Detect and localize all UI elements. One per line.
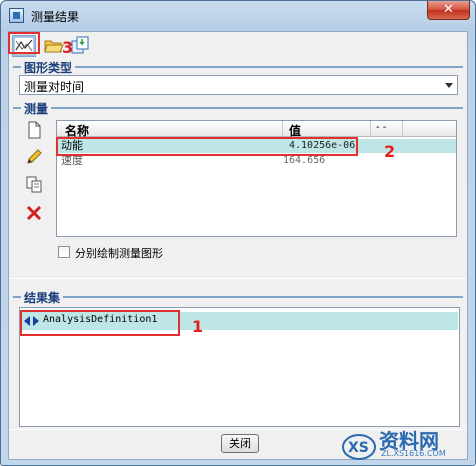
group-header-bar bbox=[13, 107, 463, 109]
column-header-extra[interactable]: - - bbox=[376, 122, 386, 133]
graph-type-group-header: 图形类型 bbox=[13, 59, 463, 76]
group-header-bar bbox=[13, 296, 463, 298]
result-set-group-header: 结果集 bbox=[13, 289, 463, 306]
watermark: XS 资料网 ZL.XS1616.COM bbox=[341, 425, 473, 465]
column-divider[interactable] bbox=[402, 121, 403, 137]
copy-icon bbox=[26, 176, 42, 193]
new-document-icon bbox=[28, 121, 41, 139]
table-row[interactable]: 速度 164.656 bbox=[57, 154, 456, 168]
edit-measure-button[interactable] bbox=[25, 148, 43, 166]
result-set-label: 结果集 bbox=[21, 289, 64, 306]
annotation-box-3 bbox=[8, 32, 40, 54]
annotation-box-1 bbox=[20, 310, 180, 336]
edit-pencil-icon bbox=[27, 149, 42, 164]
section-divider bbox=[9, 278, 467, 279]
chevron-down-icon bbox=[445, 83, 453, 88]
annotation-box-2 bbox=[56, 137, 358, 156]
group-header-bar bbox=[13, 66, 463, 68]
new-measure-button[interactable] bbox=[25, 121, 43, 139]
separate-plot-checkbox[interactable] bbox=[58, 246, 70, 258]
column-divider[interactable] bbox=[370, 121, 371, 137]
table-header: 名称 值 - - bbox=[57, 121, 456, 138]
watermark-logo-icon: XS bbox=[342, 434, 376, 460]
measure-name: 速度 bbox=[61, 154, 83, 167]
delete-icon bbox=[26, 205, 42, 221]
delete-measure-button[interactable] bbox=[25, 204, 43, 222]
measure-group-header: 测量 bbox=[13, 100, 463, 117]
copy-measure-button[interactable] bbox=[25, 175, 43, 193]
toolbar bbox=[9, 32, 467, 58]
column-divider[interactable] bbox=[282, 121, 283, 137]
dialog-client-area: 图形类型 测量对时间 测量 名称 值 - - 动能 4.10256e-06 速度… bbox=[8, 31, 468, 460]
graph-type-selected: 测量对时间 bbox=[24, 80, 85, 94]
window-title: 测量结果 bbox=[31, 10, 80, 24]
graph-type-label: 图形类型 bbox=[21, 59, 76, 76]
measure-results-window: 测量结果 ✕ 图形类型 测量对时间 测量 名称 值 - - 动能 4.10256… bbox=[0, 0, 476, 466]
separate-plot-label: 分别绘制测量图形 bbox=[75, 247, 163, 260]
measure-label: 测量 bbox=[21, 100, 52, 117]
annotation-number-1: 1 bbox=[192, 317, 204, 336]
window-close-button[interactable]: ✕ bbox=[427, 1, 470, 20]
close-button[interactable]: 关闭 bbox=[221, 434, 259, 453]
title-bar: 测量结果 ✕ bbox=[1, 1, 475, 31]
annotation-number-2: 2 bbox=[384, 142, 396, 161]
graph-type-dropdown[interactable]: 测量对时间 bbox=[19, 75, 458, 95]
watermark-logo-text: XS bbox=[348, 440, 369, 456]
watermark-url: ZL.XS1616.COM bbox=[381, 449, 446, 458]
annotation-number-3: 3 bbox=[62, 38, 74, 57]
app-window-icon bbox=[9, 8, 24, 23]
measure-value: 164.656 bbox=[283, 155, 326, 166]
